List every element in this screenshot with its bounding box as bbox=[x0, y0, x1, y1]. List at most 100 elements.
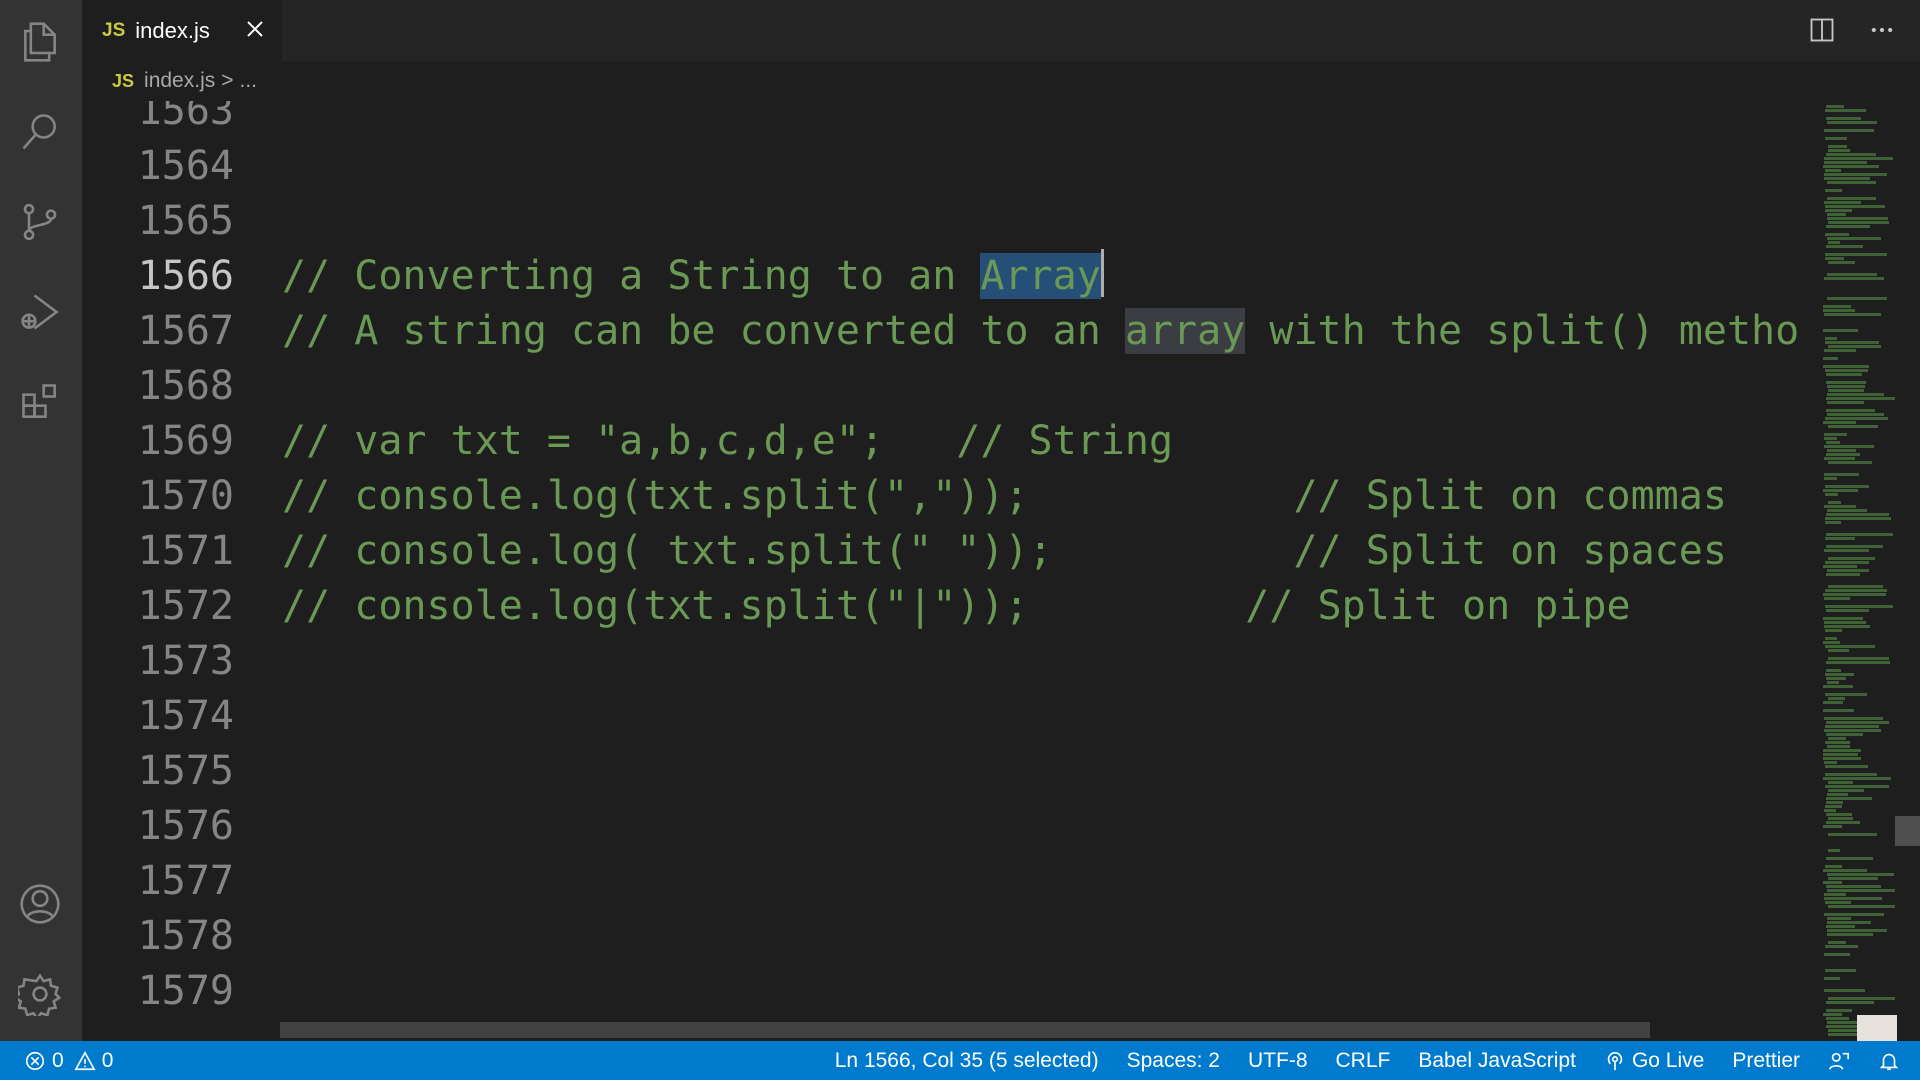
minimap-line bbox=[1824, 977, 1840, 980]
horizontal-scrollbar-thumb[interactable] bbox=[280, 1022, 1650, 1038]
minimap-line bbox=[1824, 177, 1870, 180]
minimap-line bbox=[1826, 661, 1890, 664]
minimap-line bbox=[1826, 677, 1846, 680]
minimap-line bbox=[1825, 517, 1891, 520]
code-text: // console.log( txt.split(" ")); // Spli… bbox=[282, 528, 1727, 574]
go-live-label: Go Live bbox=[1631, 1048, 1705, 1072]
minimap-line bbox=[1827, 197, 1876, 200]
minimap-line bbox=[1826, 373, 1862, 376]
code-line[interactable]: 1579 bbox=[82, 964, 1817, 1019]
line-number: 1577 bbox=[137, 858, 234, 904]
minimap-line bbox=[1824, 897, 1882, 900]
minimap-line bbox=[1827, 273, 1877, 276]
code-text: // console.log(txt.split("|")); // Split… bbox=[282, 583, 1631, 629]
breadcrumb-file[interactable]: index.js bbox=[144, 69, 215, 93]
language-mode[interactable]: Babel JavaScript bbox=[1418, 1049, 1576, 1073]
code-line[interactable]: 1571 // console.log( txt.split(" ")); // … bbox=[82, 524, 1817, 579]
code-line[interactable]: 1566 // Converting a String to an Array bbox=[82, 249, 1817, 304]
close-icon[interactable] bbox=[240, 14, 270, 44]
minimap-line bbox=[1828, 241, 1840, 244]
minimap-line bbox=[1825, 169, 1841, 172]
minimap-line bbox=[1825, 189, 1842, 192]
broadcast-icon bbox=[1607, 1051, 1623, 1070]
minimap-line bbox=[1825, 865, 1842, 868]
minimap-line bbox=[1824, 313, 1881, 316]
go-live-button[interactable]: Go Live bbox=[1604, 1049, 1704, 1073]
minimap[interactable] bbox=[1817, 101, 1903, 1041]
minimap-line bbox=[1828, 657, 1889, 660]
notifications-bell-icon[interactable] bbox=[1878, 1050, 1900, 1072]
code-line[interactable]: 1570 // console.log(txt.split(",")); // S… bbox=[82, 469, 1817, 524]
search-icon[interactable] bbox=[12, 104, 68, 160]
problems-indicator[interactable]: 0 0 bbox=[24, 1041, 113, 1080]
split-editor-icon[interactable] bbox=[1804, 12, 1840, 48]
minimap-line bbox=[1827, 889, 1895, 892]
minimap-line bbox=[1824, 729, 1881, 732]
minimap-line bbox=[1826, 1009, 1852, 1012]
breadcrumb-symbols[interactable]: ... bbox=[240, 69, 258, 93]
code-line[interactable]: 1578 bbox=[82, 909, 1817, 964]
warning-count: 0 bbox=[101, 1048, 114, 1072]
minimap-line bbox=[1828, 849, 1840, 852]
tab-index-js[interactable]: JS index.js bbox=[82, 0, 282, 61]
source-control-icon[interactable] bbox=[12, 194, 68, 250]
minimap-line bbox=[1825, 629, 1842, 632]
code-line[interactable]: 1568 bbox=[82, 359, 1817, 414]
code-line[interactable]: 1563 bbox=[82, 101, 1817, 139]
minimap-line bbox=[1824, 437, 1837, 440]
code-line[interactable]: 1564 bbox=[82, 139, 1817, 194]
minimap-line bbox=[1826, 533, 1893, 536]
more-actions-icon[interactable] bbox=[1864, 12, 1900, 48]
settings-gear-icon[interactable] bbox=[12, 966, 68, 1022]
run-debug-icon[interactable] bbox=[12, 284, 68, 340]
cursor-position[interactable]: Ln 1566, Col 35 (5 selected) bbox=[835, 1049, 1099, 1073]
minimap-line bbox=[1827, 793, 1848, 796]
prettier-button[interactable]: Prettier bbox=[1732, 1049, 1800, 1073]
minimap-line bbox=[1828, 557, 1875, 560]
minimap-line bbox=[1825, 341, 1879, 344]
minimap-line bbox=[1826, 1017, 1849, 1020]
minimap-line bbox=[1824, 953, 1850, 956]
extensions-icon[interactable] bbox=[12, 374, 68, 430]
code-line[interactable]: 1572 // console.log(txt.split("|")); // S… bbox=[82, 579, 1817, 634]
minimap-line bbox=[1825, 257, 1844, 260]
minimap-line bbox=[1826, 409, 1875, 412]
minimap-line bbox=[1825, 785, 1889, 788]
vertical-scrollbar-thumb[interactable] bbox=[1895, 816, 1920, 846]
minimap-line bbox=[1827, 181, 1876, 184]
vscode-window: JS index.js JS index.js > ... 1563 1564 … bbox=[0, 0, 1920, 1080]
minimap-line bbox=[1825, 773, 1877, 776]
code-line[interactable]: 1574 bbox=[82, 689, 1817, 744]
encoding[interactable]: UTF-8 bbox=[1248, 1049, 1308, 1073]
code-line[interactable]: 1569 // var txt = "a,b,c,d,e"; // String bbox=[82, 414, 1817, 469]
code-text: // Converting a String to an Array bbox=[282, 249, 1104, 304]
minimap-line bbox=[1823, 641, 1840, 644]
code-line[interactable]: 1567 // A string can be converted to an a… bbox=[82, 304, 1817, 359]
code-segment: // A string can be converted to an bbox=[282, 308, 1125, 354]
code-line[interactable]: 1575 bbox=[82, 744, 1817, 799]
minimap-line bbox=[1825, 209, 1852, 212]
code-line[interactable]: 1577 bbox=[82, 854, 1817, 909]
minimap-line bbox=[1826, 813, 1852, 816]
accounts-icon[interactable] bbox=[12, 876, 68, 932]
code-line[interactable]: 1573 bbox=[82, 634, 1817, 689]
minimap-line bbox=[1824, 473, 1859, 476]
code-line[interactable]: 1576 bbox=[82, 799, 1817, 854]
minimap-line bbox=[1825, 417, 1888, 420]
minimap-line bbox=[1826, 733, 1863, 736]
indentation[interactable]: Spaces: 2 bbox=[1127, 1049, 1220, 1073]
minimap-line bbox=[1826, 397, 1895, 400]
minimap-line bbox=[1823, 305, 1851, 308]
code-line[interactable]: 1565 bbox=[82, 194, 1817, 249]
warning-icon bbox=[74, 1050, 96, 1070]
minimap-line bbox=[1826, 513, 1889, 516]
code-editor[interactable]: 1563 1564 1565 1566 // Converting a String t… bbox=[82, 101, 1817, 1041]
explorer-icon[interactable] bbox=[12, 14, 68, 70]
js-file-icon: JS bbox=[112, 70, 135, 91]
end-of-line[interactable]: CRLF bbox=[1336, 1049, 1391, 1073]
minimap-line bbox=[1823, 365, 1869, 368]
minimap-line bbox=[1827, 217, 1888, 220]
minimap-line bbox=[1823, 757, 1861, 760]
feedback-icon[interactable] bbox=[1828, 1050, 1850, 1072]
minimap-line bbox=[1826, 1001, 1874, 1004]
